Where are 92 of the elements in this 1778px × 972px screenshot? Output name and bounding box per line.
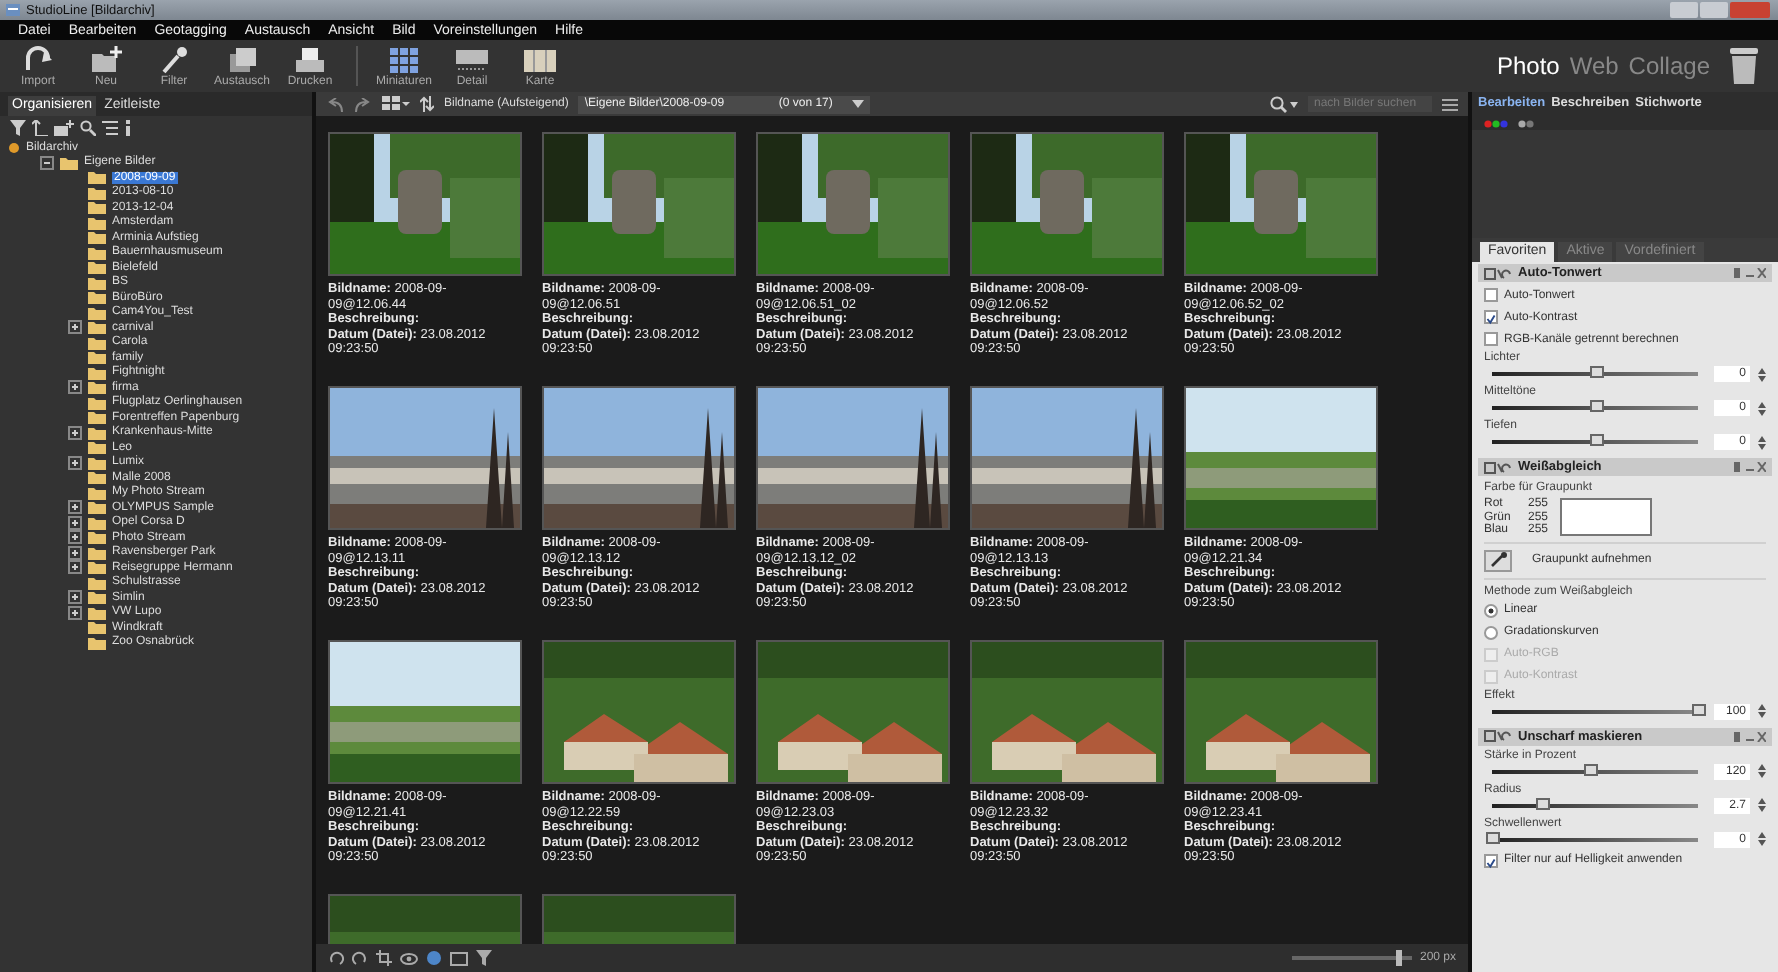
tool-icons: [1484, 267, 1512, 279]
checkbox[interactable]: [1484, 332, 1498, 346]
expand-icon[interactable]: [68, 425, 82, 440]
zoom-thumb[interactable]: [1395, 950, 1402, 966]
undo-icon[interactable]: [326, 97, 344, 111]
contrast-icon[interactable]: [1518, 119, 1534, 127]
sort-arrows-icon[interactable]: [420, 96, 434, 112]
slider-thumb[interactable]: [1589, 434, 1603, 446]
color-swatch: [1560, 498, 1653, 537]
spinner-icon[interactable]: [1758, 401, 1766, 415]
photo-placeholder[interactable]: [542, 132, 736, 276]
globe-icon[interactable]: [426, 950, 442, 966]
sort-icon[interactable]: [32, 120, 48, 136]
dot-icon: [8, 141, 20, 154]
tool-icons: [1484, 461, 1512, 473]
search-icon[interactable]: [80, 120, 96, 136]
menu-icon[interactable]: [1442, 97, 1458, 111]
redo-icon[interactable]: [354, 97, 372, 111]
checkbox[interactable]: [1484, 288, 1498, 302]
radio-button[interactable]: [1484, 603, 1498, 617]
spinner-icon[interactable]: [1758, 798, 1766, 812]
expand-icon[interactable]: [68, 515, 82, 530]
photo-placeholder[interactable]: [756, 132, 950, 276]
mode-tab[interactable]: Web: [1569, 52, 1619, 80]
section-controls-icon: [1734, 268, 1766, 278]
expand-icon[interactable]: [68, 455, 82, 470]
mode-tab[interactable]: Photo: [1496, 52, 1560, 80]
filter-icon[interactable]: [10, 120, 26, 136]
slider-thumb[interactable]: [1589, 400, 1603, 412]
view-grid-icon[interactable]: [382, 96, 410, 112]
photo-placeholder[interactable]: [756, 640, 950, 784]
expand-icon[interactable]: [68, 590, 82, 605]
pipette-icon: [1489, 552, 1507, 568]
photos-icon: [224, 45, 260, 73]
collapse-icon[interactable]: [40, 155, 54, 170]
expand-icon[interactable]: [68, 320, 82, 335]
slider-thumb[interactable]: [1486, 831, 1500, 843]
list-icon: [454, 45, 490, 73]
photo-placeholder[interactable]: [970, 640, 1164, 784]
photo-placeholder[interactable]: [1184, 640, 1378, 784]
spinner-icon[interactable]: [1758, 764, 1766, 778]
photo-placeholder[interactable]: [328, 132, 522, 276]
photo-placeholder[interactable]: [542, 640, 736, 784]
slider-thumb[interactable]: [1589, 366, 1603, 378]
checkbox[interactable]: [1484, 310, 1498, 324]
section-controls-icon: [1734, 731, 1766, 741]
spinner-icon[interactable]: [1758, 704, 1766, 718]
spinner-icon[interactable]: [1758, 832, 1766, 846]
list-icon[interactable]: [102, 120, 118, 136]
map-icon: [522, 45, 558, 73]
printer-icon: [292, 45, 328, 73]
folder-plus-icon[interactable]: [54, 120, 74, 136]
caret-icon: [852, 100, 865, 108]
checkbox[interactable]: [1484, 853, 1498, 867]
expand-icon[interactable]: [68, 380, 82, 395]
photo-placeholder[interactable]: [970, 386, 1164, 530]
mode-tab[interactable]: Collage: [1628, 52, 1710, 80]
expand-icon[interactable]: [68, 530, 82, 545]
pick-button[interactable]: [1484, 549, 1512, 571]
photo-placeholder[interactable]: [1184, 132, 1378, 276]
spinner-icon[interactable]: [1758, 367, 1766, 381]
slider-thumb[interactable]: [1535, 797, 1550, 809]
search-icon[interactable]: [1270, 95, 1298, 113]
photo-placeholder[interactable]: [1184, 386, 1378, 530]
photo-placeholder[interactable]: [542, 386, 736, 530]
image-icon[interactable]: [450, 951, 468, 965]
eye-icon[interactable]: [400, 951, 418, 965]
expand-icon[interactable]: [68, 500, 82, 515]
section-controls-icon: [1734, 462, 1766, 472]
slider-thumb[interactable]: [1584, 763, 1599, 775]
photo-placeholder[interactable]: [328, 386, 522, 530]
photo-placeholder[interactable]: [328, 640, 522, 784]
grid-icon: [386, 45, 422, 73]
trash-icon[interactable]: [1730, 48, 1758, 84]
photo-placeholder[interactable]: [756, 386, 950, 530]
slider-thumb[interactable]: [1692, 703, 1706, 715]
radio-button[interactable]: [1484, 625, 1498, 639]
tool-icons: [1484, 730, 1512, 742]
app-icon: [6, 4, 20, 16]
expand-icon[interactable]: [68, 605, 82, 620]
color-channels-icon[interactable]: [1484, 119, 1512, 127]
spinner-icon[interactable]: [1758, 435, 1766, 449]
folder-plus-icon: [88, 45, 124, 73]
expand-icon[interactable]: [68, 560, 82, 575]
photo-placeholder[interactable]: [970, 132, 1164, 276]
filter-icon[interactable]: [476, 950, 492, 966]
crop-icon[interactable]: [376, 950, 392, 966]
rotate-left-icon[interactable]: [328, 950, 344, 966]
expand-icon[interactable]: [68, 545, 82, 560]
info-icon[interactable]: [124, 120, 132, 136]
curved-arrow-icon: [20, 45, 56, 73]
rotate-right-icon[interactable]: [352, 950, 368, 966]
